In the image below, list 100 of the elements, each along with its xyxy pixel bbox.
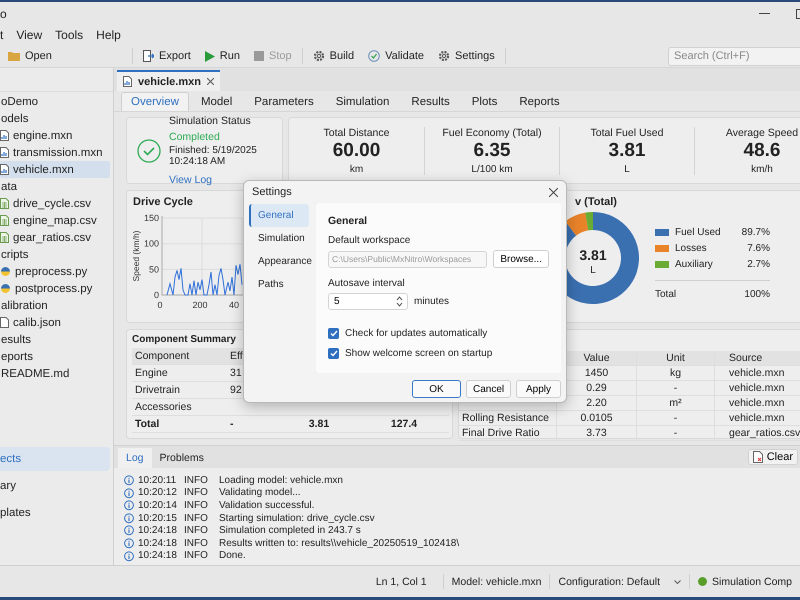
tree-item[interactable]: drive_cycle.csv [0,195,110,212]
close-icon[interactable] [549,188,558,196]
sidebar-nav-item[interactable]: ary [0,474,110,498]
tree-item[interactable]: calib.json [0,314,110,331]
tree-item[interactable]: cripts [0,246,110,263]
tree-item[interactable]: engine.mxn [0,127,110,144]
toolbar-button[interactable]: Open [4,47,56,65]
settings-nav-item[interactable]: Paths [249,273,309,296]
model-status: Model: vehicle.mxn [452,576,542,588]
document-tab[interactable]: vehicle.mxn [117,70,220,91]
log-level: INFO [184,512,209,524]
gear-icon [312,50,325,62]
log-level: INFO [184,474,209,487]
tree-item[interactable]: esults [0,331,110,348]
log-time: 10:20:14 [138,499,178,512]
tree-item[interactable]: alibration [0,297,110,314]
settings-nav-item[interactable]: Appearance [249,250,309,273]
panel-tab[interactable]: Problems [152,448,212,468]
table-cell: vehicle.mxn [714,381,800,396]
document-tab-label: vehicle.mxn [138,76,201,88]
field-label: Autosave interval [328,278,406,289]
menu-item[interactable]: View [16,28,42,42]
unit-label: minutes [414,296,450,307]
donut-center-value: 3.81 [579,247,607,263]
tree-item[interactable]: engine_map.csv [0,212,110,229]
donut-center-unit: L [590,265,596,276]
cursor-position: Ln 1, Col 1 [376,576,427,588]
window-title: o [0,6,7,20]
sidebar-nav-item[interactable]: ects [0,447,110,471]
tree-item[interactable]: README.md [0,365,110,382]
dialog-button[interactable]: Apply [516,380,561,398]
tree-item[interactable]: oDemo [0,93,110,110]
chart-file-icon [0,130,9,141]
checkbox-label: Check for updates automatically [345,328,488,339]
metric-value: 3.81 [608,140,646,162]
table-cell: Rolling Resistance [459,411,556,426]
table-cell: 0.0105 [556,411,636,426]
log-time: 10:24:18 [138,550,178,562]
table-cell: - [636,381,714,396]
settings-nav-item[interactable]: Simulation [249,227,309,250]
menu-item[interactable]: t [0,28,4,42]
tree-item[interactable]: transmission.mxn [0,144,110,161]
checkbox-label: Show welcome screen on startup [345,348,492,360]
log-level: INFO [184,486,209,500]
metric-unit: L/100 km [471,164,513,174]
tab[interactable]: Overview [121,92,189,111]
tree-item[interactable]: gear_ratios.csv [0,229,110,246]
sidebar-nav-item[interactable]: plates [0,501,110,525]
log-time: 10:20:15 [138,512,178,524]
table-cell: Accessories [132,399,214,416]
metric-value: 6.35 [474,140,510,162]
tab[interactable]: Simulation [326,92,400,111]
tree-item[interactable]: ata [0,178,110,195]
clear-icon [752,451,763,463]
configuration-dropdown[interactable]: Configuration: Default [549,574,690,589]
clear-button[interactable]: Clear [748,449,798,465]
tab[interactable]: Results [401,92,460,111]
tree-item[interactable]: postprocess.py [0,280,110,297]
panel-tab[interactable]: Log [118,448,152,468]
tree-item[interactable]: preprocess.py [0,263,110,280]
script-file-icon [0,283,11,294]
section-title: General [328,215,368,227]
toolbar-button[interactable]: Build [308,47,358,65]
browse-button[interactable]: Browse... [493,250,549,268]
log-level: INFO [184,536,209,550]
card-title: Component Summary [132,334,237,345]
close-icon[interactable] [206,78,214,85]
autosave-field[interactable]: 5 [328,293,408,310]
log-level: INFO [184,550,209,562]
legend-label: Fuel Used [675,226,721,238]
tick-label: 150 [144,213,159,223]
dialog-button[interactable]: Cancel [466,380,511,398]
log-message: Validating model... [219,486,302,500]
toolbar-button[interactable]: Validate [364,47,428,65]
settings-nav-item[interactable]: General [249,204,309,227]
menu-item[interactable]: Tools [55,28,84,42]
table-cell: - [636,411,714,426]
checkbox[interactable] [328,328,339,339]
menu-item[interactable]: Help [96,28,121,42]
tree-item[interactable]: eports [0,348,110,365]
finished-time: Finished: 5/19/2025 10:24:18 AM [169,145,258,167]
dialog-button[interactable]: OK [412,380,461,398]
toolbar-button[interactable]: Run [200,47,244,65]
minimize-icon[interactable] [759,12,770,14]
toolbar-button[interactable]: Settings [434,47,499,65]
tab[interactable]: Parameters [244,92,324,111]
tab[interactable]: Plots [462,92,508,111]
log-level: INFO [184,499,209,512]
search-field[interactable]: Search (Ctrl+F) [668,46,800,66]
card-title: Drive Cycle [133,196,194,208]
tree-item[interactable]: vehicle.mxn [0,161,110,178]
tab[interactable]: Model [190,92,242,111]
info-icon [124,486,134,500]
script-file-icon [0,266,11,277]
checkbox[interactable] [328,348,339,360]
status-text: Completed [169,131,221,143]
toolbar-button[interactable]: Export [139,47,195,65]
tree-item[interactable]: odels [0,110,110,127]
table-cell: vehicle.mxn [714,366,800,381]
tab[interactable]: Reports [509,92,570,111]
